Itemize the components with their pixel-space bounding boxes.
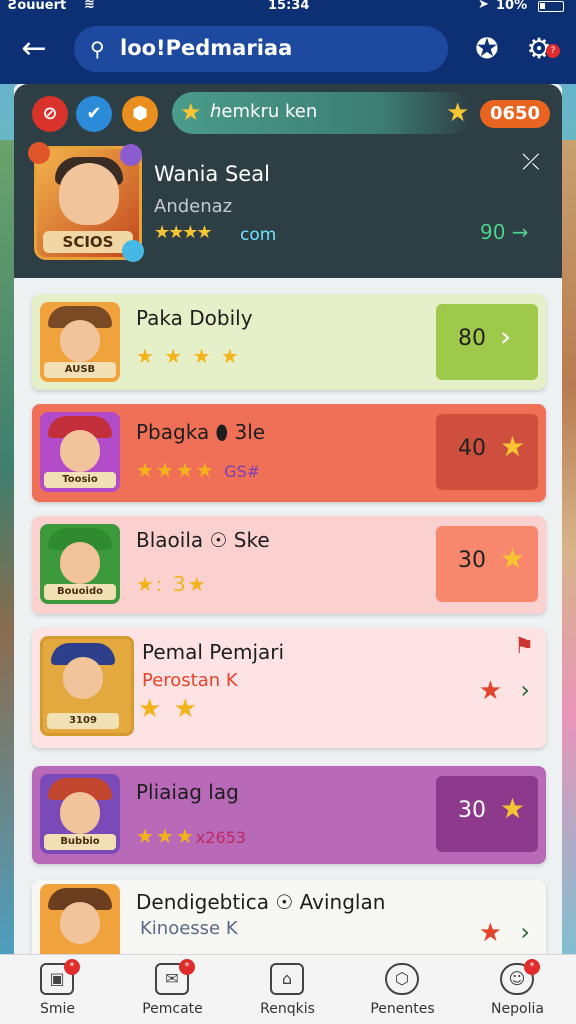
- list-item[interactable]: Bubbio Pliaiag lag ★★★x2653 30 ★: [32, 766, 546, 864]
- shield-icon[interactable]: ⬢: [122, 96, 158, 132]
- star-icon: ★: [500, 542, 526, 575]
- location-icon: ➤: [478, 0, 489, 12]
- card-thumbnail: Bubbio: [40, 774, 120, 854]
- list-item[interactable]: 3109 Pemal Pemjari Perostan K ★ ★ ⚑ ★ ›: [32, 628, 546, 748]
- profile-subtitle: Andenaz: [154, 196, 233, 217]
- carrier-label: Ƨouuert: [8, 0, 67, 13]
- score-button[interactable]: 40 ★: [436, 414, 538, 490]
- card-thumbnail: 3109: [40, 636, 134, 736]
- clock: 15:34: [268, 0, 310, 13]
- rating-stars: ★★★★ GS#: [136, 458, 261, 482]
- search-query: loo!Pedmariaa: [120, 36, 293, 60]
- list-item[interactable]: Toosio Pbagka ⬮ 3le ★★★★ GS# 40 ★: [32, 404, 546, 502]
- bird-icon[interactable]: ✔: [76, 96, 112, 132]
- gem-icon: [28, 142, 50, 164]
- chevron-right-icon[interactable]: ›: [520, 918, 530, 946]
- nav-item-profile[interactable]: ☺ * Nepolia: [460, 955, 575, 1024]
- search-icon: ⚲: [90, 37, 105, 61]
- profile-name: Wania Seal: [154, 162, 270, 186]
- profile-score[interactable]: 90 →: [480, 220, 529, 244]
- card-title: Dendigebtica ☉ Avinglan: [136, 890, 386, 914]
- quest-label: ℎemkru ken: [210, 101, 318, 122]
- card-subtitle: Perostan K: [142, 670, 238, 691]
- card-subtitle: Kinoesse K: [140, 918, 238, 939]
- score-button[interactable]: 30 ★: [436, 526, 538, 602]
- flag-icon[interactable]: ⚑: [514, 634, 534, 659]
- notification-dot: ?: [546, 44, 560, 58]
- chevron-right-icon: ›: [500, 320, 512, 353]
- card-thumbnail: AUSB: [40, 302, 120, 382]
- star-icon[interactable]: ★: [479, 918, 502, 948]
- rating-stars: ★ ★ ★ ★: [136, 344, 241, 368]
- rating-stars: ★★★★: [154, 222, 213, 243]
- search-input[interactable]: ⚲ loo!Pedmariaa: [74, 26, 448, 72]
- battery-icon: [538, 1, 564, 12]
- star-icon: ★: [500, 792, 526, 825]
- list-item[interactable]: AUSB Paka Dobily ★ ★ ★ ★ 80 ›: [32, 294, 546, 390]
- star-icon: ★: [446, 98, 470, 128]
- score-button[interactable]: 80 ›: [436, 304, 538, 380]
- badge-icon[interactable]: ✪: [470, 32, 504, 66]
- rating-stars: ★ ★: [138, 694, 199, 724]
- rankings-icon: ⌂: [270, 963, 304, 995]
- share-icon[interactable]: ⤫: [522, 150, 540, 175]
- star-icon: ★: [500, 430, 526, 463]
- rating-stars: ★★★x2653: [136, 824, 246, 848]
- nav-item-home[interactable]: ▣ * Smie: [0, 955, 115, 1024]
- status-bar: Ƨouuert ≋ 15:34 ➤ 10%: [0, 0, 576, 16]
- back-arrow-icon[interactable]: ←: [16, 32, 52, 68]
- nav-item-messages[interactable]: ✉ * Pemcate: [115, 955, 230, 1024]
- card-title: Pliaiag lag: [136, 780, 239, 804]
- card-title: Blaoila ☉ Ske: [136, 528, 270, 552]
- notification-badge: *: [64, 959, 80, 975]
- battery-percent: 10%: [496, 0, 528, 13]
- list-item[interactable]: Dendigebtica ☉ Avinglan Kinoesse K ★ ›: [32, 880, 546, 964]
- quest-pill[interactable]: ★ ℎemkru ken: [172, 92, 472, 134]
- card-thumbnail: Toosio: [40, 412, 120, 492]
- chevron-right-icon[interactable]: ›: [520, 676, 530, 704]
- score-button[interactable]: 30 ★: [436, 776, 538, 852]
- bottom-navigation: ▣ * Smie ✉ * Pemcate ⌂ Renqkis ⬡ Penente…: [0, 954, 576, 1024]
- avatar-plate: SCIOS: [43, 231, 133, 253]
- gem-icon: [120, 144, 142, 166]
- card-title: Pbagka ⬮ 3le: [136, 420, 266, 444]
- background-scenery-right: [560, 140, 576, 960]
- top-app-bar: ← ⚲ loo!Pedmariaa ✪ ⚙ ?: [0, 16, 576, 84]
- card-thumbnail: Bouoido: [40, 524, 120, 604]
- card-title: Paka Dobily: [136, 306, 253, 330]
- gem-icon: [122, 240, 144, 262]
- fire-icon[interactable]: ⊘: [32, 96, 68, 132]
- nav-item-rankings[interactable]: ⌂ Renqkis: [230, 955, 345, 1024]
- notification-badge: *: [179, 959, 195, 975]
- rating-text: com: [240, 225, 277, 245]
- star-icon[interactable]: ★: [479, 676, 502, 706]
- card-thumbnail: [40, 884, 120, 964]
- hexagon-icon: ⬡: [385, 963, 419, 995]
- coin-counter[interactable]: 0650: [480, 100, 550, 128]
- profile-card: ⊘ ✔ ⬢ ★ ℎemkru ken ★ 0650 SCIOS Wania Se…: [14, 84, 562, 278]
- wifi-icon: ≋: [84, 0, 95, 12]
- rating-stars: ★: 3★: [136, 572, 208, 596]
- notification-badge: *: [524, 959, 540, 975]
- star-icon: ★: [180, 98, 202, 126]
- card-title: Pemal Pemjari: [142, 640, 285, 664]
- list-item[interactable]: Bouoido Blaoila ☉ Ske ★: 3★ 30 ★: [32, 516, 546, 614]
- nav-item-presents[interactable]: ⬡ Penentes: [345, 955, 460, 1024]
